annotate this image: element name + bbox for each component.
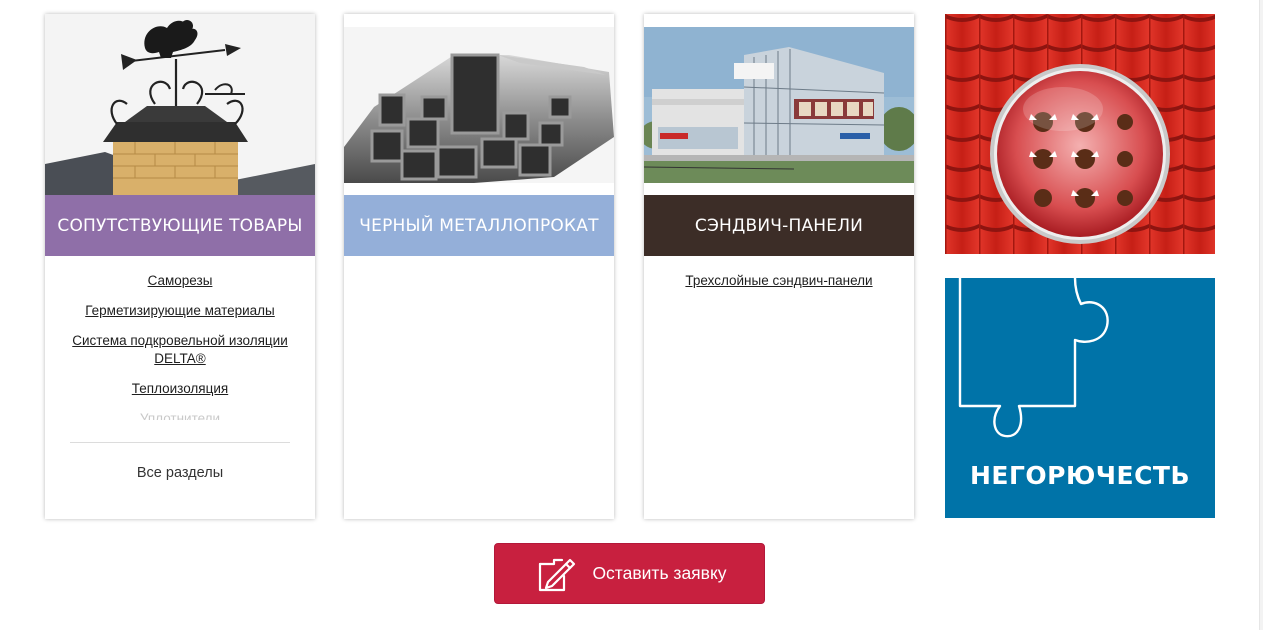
warehouse-building-image[interactable] (644, 27, 914, 183)
category-card-accessories: СОПУТСТВУЮЩИЕ ТОВАРЫ Саморезы Герметизир… (45, 14, 315, 519)
card-title[interactable]: ЧЕРНЫЙ МЕТАЛЛОПРОКАТ (344, 195, 614, 256)
divider (70, 442, 290, 443)
subcategory-links: Саморезы Герметизирующие материалы Систе… (45, 272, 315, 420)
subcategory-link[interactable]: Герметизирующие материалы (45, 302, 315, 320)
non-combustibility-promo[interactable]: НЕГОРЮЧЕСТЬ (945, 278, 1215, 518)
category-card-sandwich-panels: СЭНДВИЧ-ПАНЕЛИ Трехслойные сэндвич-панел… (644, 14, 914, 519)
subcategory-links: Трехслойные сэндвич-панели (644, 272, 914, 302)
card-title[interactable]: СОПУТСТВУЮЩИЕ ТОВАРЫ (45, 195, 315, 256)
red-roof-bull-lens-image[interactable] (945, 14, 1215, 254)
card-title[interactable]: СЭНДВИЧ-ПАНЕЛИ (644, 195, 914, 256)
subcategory-link[interactable]: Уплотнители (45, 410, 315, 420)
page-scrollbar-edge (1259, 0, 1263, 630)
promo-label: НЕГОРЮЧЕСТЬ (969, 461, 1191, 490)
subcategory-link[interactable]: Саморезы (45, 272, 315, 290)
all-sections-link[interactable]: Все разделы (45, 465, 315, 481)
chimney-weathervane-image[interactable] (45, 14, 315, 195)
subcategory-link[interactable]: Трехслойные сэндвич-панели (644, 272, 914, 290)
steel-profile-pipes-image[interactable] (344, 27, 614, 183)
subcategory-link[interactable]: Теплоизоляция (45, 380, 315, 398)
edit-form-icon (539, 558, 576, 591)
category-card-black-metal: ЧЕРНЫЙ МЕТАЛЛОПРОКАТ (344, 14, 614, 519)
cta-label: Оставить заявку (592, 563, 727, 583)
subcategory-link[interactable]: Система подкровельной изоляции DELTA® (45, 332, 315, 368)
submit-request-button[interactable]: Оставить заявку (494, 543, 765, 604)
